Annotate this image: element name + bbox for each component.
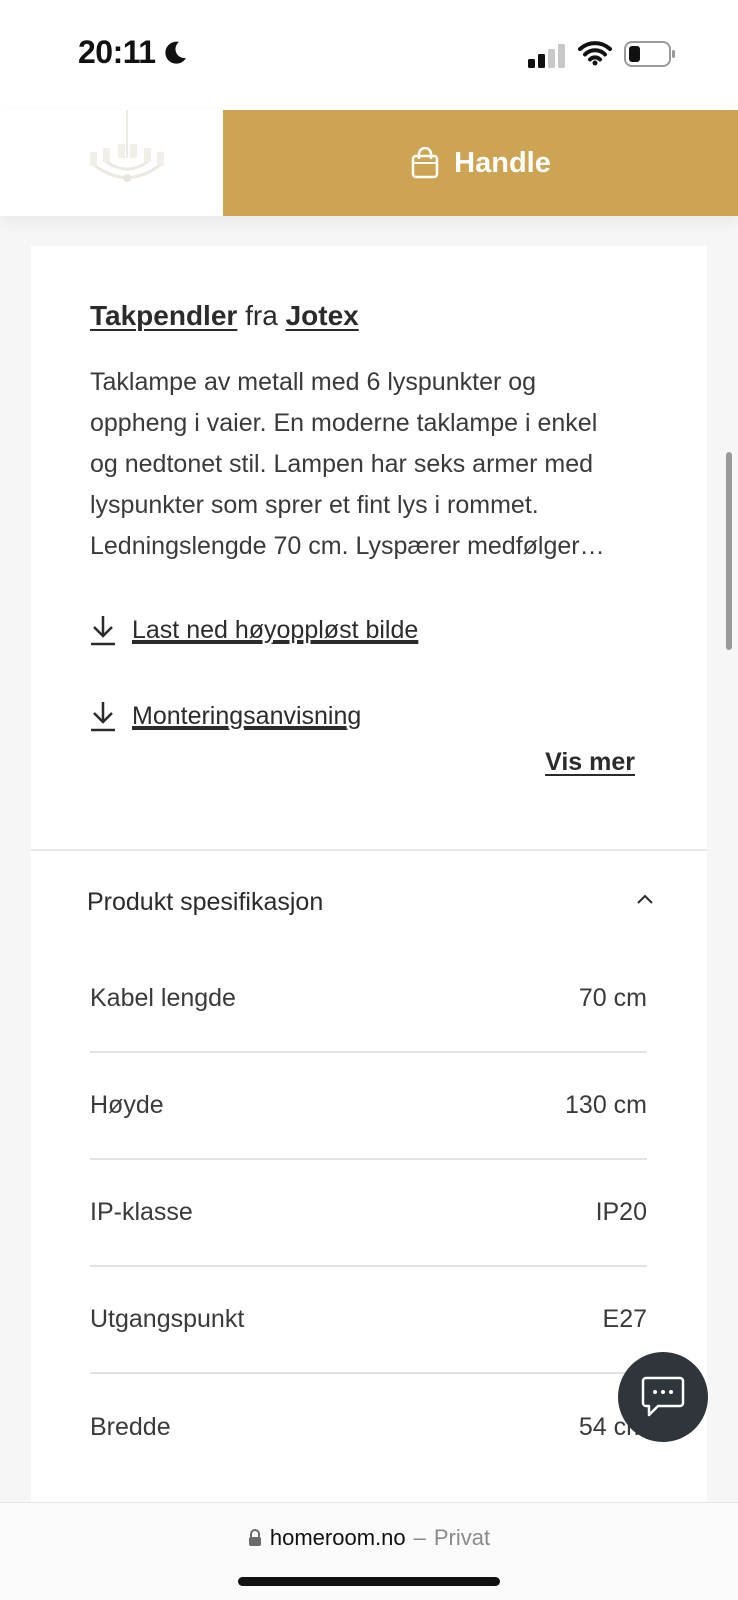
product-title-line: Takpendler fra Jotex bbox=[90, 300, 359, 332]
download-image-link[interactable]: Last ned høyoppløst bilde bbox=[90, 614, 418, 646]
battery-icon bbox=[624, 41, 675, 67]
wifi-icon bbox=[578, 41, 612, 66]
scrollbar[interactable] bbox=[726, 452, 732, 650]
spec-row: Høyde 130 cm bbox=[90, 1053, 647, 1160]
browser-url-bar[interactable]: homeroom.no – Privat bbox=[0, 1502, 738, 1600]
description-line: og nedtonet stil. Lampen har seks armer … bbox=[90, 450, 594, 478]
description-line: Ledningslengde 70 cm. Lyspærer medfølger… bbox=[90, 532, 605, 560]
private-mode-label: Privat bbox=[433, 1525, 491, 1550]
description-line: lyspunkter som sprer et fint lys i romme… bbox=[90, 491, 539, 519]
download-image-label: Last ned høyoppløst bilde bbox=[132, 615, 419, 644]
spec-label: Bredde bbox=[90, 1413, 171, 1441]
shopping-bag-icon bbox=[411, 147, 439, 179]
lock-icon bbox=[248, 1529, 261, 1546]
spec-value: 130 cm bbox=[565, 1091, 647, 1119]
spec-row: IP-klasse IP20 bbox=[90, 1160, 647, 1267]
spec-label: IP-klasse bbox=[90, 1198, 193, 1226]
url-domain: homeroom.no bbox=[269, 1525, 406, 1550]
shop-button-label: Handle bbox=[454, 146, 551, 179]
description-line: Taklampe av metall med 6 lyspunkter og bbox=[90, 368, 537, 396]
spec-row: Kabel lengde 70 cm bbox=[90, 946, 647, 1053]
category-link[interactable]: Takpendler bbox=[90, 300, 237, 331]
spec-row: Bredde 54 cm bbox=[90, 1374, 647, 1481]
chandelier-thumbnail[interactable] bbox=[72, 110, 182, 216]
description-line: oppheng i vaier. En moderne taklampe i e… bbox=[90, 409, 598, 437]
spec-value: 70 cm bbox=[578, 984, 647, 1012]
spec-section-title: Produkt spesifikasjon bbox=[87, 888, 324, 916]
brand-link[interactable]: Jotex bbox=[286, 300, 359, 331]
spec-list: Kabel lengde 70 cm Høyde 130 cm IP-klass… bbox=[90, 946, 647, 1481]
shop-button[interactable]: Handle bbox=[223, 110, 738, 216]
spec-label: Kabel lengde bbox=[90, 984, 236, 1012]
download-icon bbox=[91, 616, 115, 646]
url-row: homeroom.no – Privat bbox=[0, 1525, 738, 1551]
section-divider bbox=[31, 849, 707, 851]
status-time: 20:11 bbox=[78, 34, 156, 70]
spec-section-toggle[interactable]: Produkt spesifikasjon bbox=[87, 884, 677, 924]
chat-button[interactable] bbox=[618, 1352, 708, 1442]
status-bar: 20:11 bbox=[0, 0, 738, 110]
chevron-up-icon bbox=[637, 894, 653, 904]
spec-value: E27 bbox=[602, 1305, 647, 1333]
product-info-card: Takpendler fra Jotex Taklampe av metall … bbox=[31, 246, 707, 1506]
download-icon bbox=[91, 702, 115, 732]
spec-value: IP20 bbox=[595, 1198, 647, 1226]
product-description: Taklampe av metall med 6 lyspunkter og o… bbox=[90, 362, 660, 567]
fra-text: fra bbox=[245, 300, 278, 331]
spec-row: Utgangspunkt E27 bbox=[90, 1267, 647, 1374]
mounting-instructions-label: Monteringsanvisning bbox=[132, 701, 362, 730]
home-indicator[interactable] bbox=[238, 1577, 500, 1586]
spec-label: Utgangspunkt bbox=[90, 1305, 245, 1333]
cellular-signal-icon bbox=[528, 44, 565, 68]
mounting-instructions-link[interactable]: Monteringsanvisning bbox=[90, 700, 361, 732]
moon-icon bbox=[165, 41, 186, 64]
url-separator: – bbox=[413, 1525, 426, 1550]
spec-label: Høyde bbox=[90, 1091, 164, 1119]
show-more-link[interactable]: Vis mer bbox=[545, 748, 635, 777]
sticky-product-header: Handle bbox=[0, 110, 738, 216]
chat-bubble-icon bbox=[641, 1376, 685, 1417]
